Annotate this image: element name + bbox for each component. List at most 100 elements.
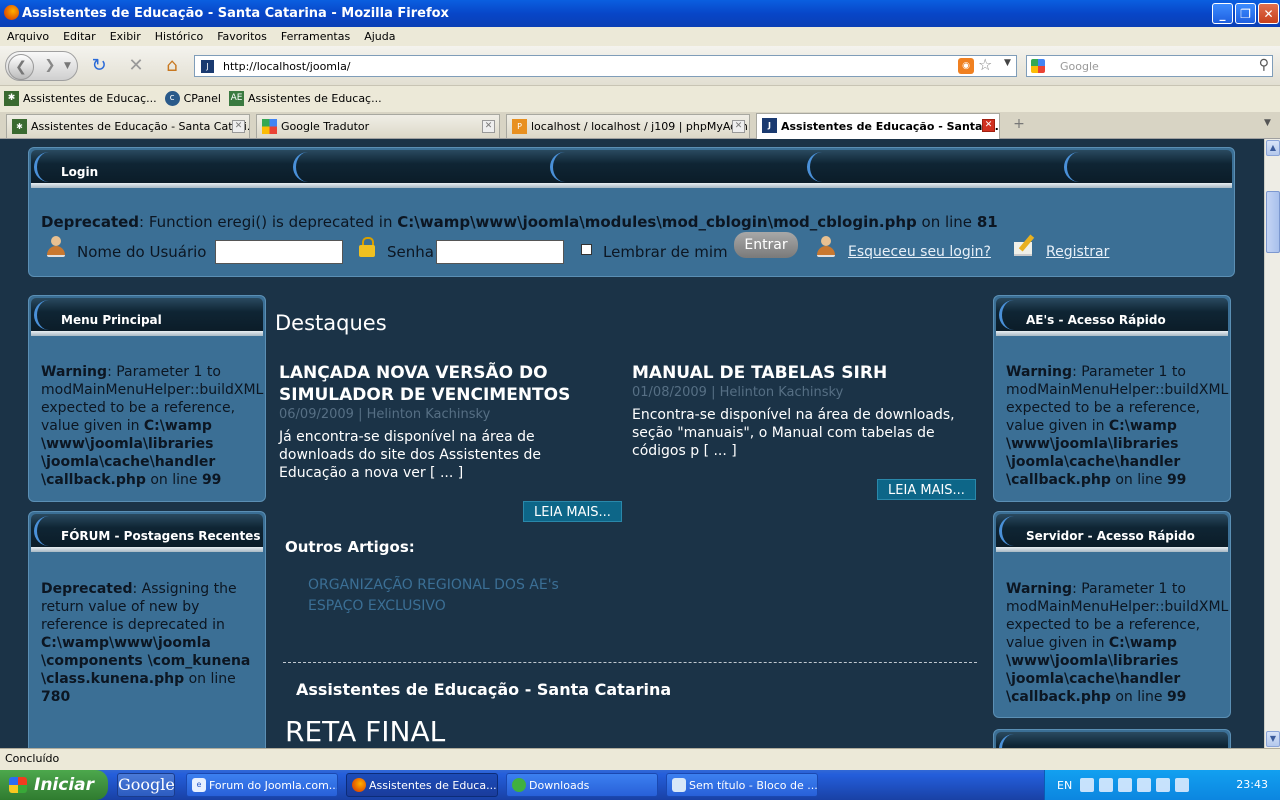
site-name-heading: Assistentes de Educação - Santa Catarina (296, 680, 672, 699)
network-icon[interactable] (1137, 778, 1152, 792)
header-ornament (34, 516, 64, 546)
maximize-button[interactable]: ❐ (1235, 3, 1256, 24)
keyboard-icon[interactable] (1080, 778, 1095, 792)
back-icon[interactable]: ❮ (8, 54, 34, 80)
history-dropdown-icon[interactable]: ▼ (64, 55, 71, 77)
forum-deprecated-notice: Deprecated: Assigning the return value o… (41, 581, 251, 705)
status-bar: Concluído (0, 748, 1280, 770)
bookmark-star-icon[interactable]: ☆ (978, 55, 992, 74)
other-article-link[interactable]: ORGANIZAÇÃO REGIONAL DOS AE's (308, 577, 559, 593)
article-title-link[interactable]: LANÇADA NOVA VERSÃO DO SIMULADOR DE VENC… (279, 362, 599, 406)
taskbar-item-downloads[interactable]: Downloads (506, 773, 658, 797)
url-bar[interactable]: J http://localhost/joomla/ (194, 55, 1017, 77)
bookmarks-toolbar: ✱ Assistentes de Educaç... c CPanel AE Assi… (0, 86, 1280, 110)
menu-bar: Arquivo Editar Exibir Histórico Favorito… (0, 27, 1280, 46)
close-tab-icon[interactable]: ✕ (232, 120, 245, 133)
google-engine-icon[interactable] (1031, 59, 1045, 73)
header-ornament (999, 300, 1029, 330)
clock[interactable]: 23:43 (1236, 778, 1268, 791)
bookmark-item[interactable]: c CPanel (164, 90, 221, 106)
close-button[interactable]: ✕ (1258, 3, 1279, 24)
other-article-link[interactable]: ESPAÇO EXCLUSIVO (308, 598, 446, 614)
volume-icon[interactable] (1156, 778, 1171, 792)
menu-favoritos[interactable]: Favoritos (210, 30, 274, 43)
google-toolbar-button[interactable]: Google (117, 773, 175, 797)
info-icon[interactable] (1118, 778, 1133, 792)
close-tab-icon[interactable]: ✕ (482, 120, 495, 133)
username-label: Nome do Usuário (77, 243, 207, 261)
menu-historico[interactable]: Histórico (148, 30, 210, 43)
menu-exibir[interactable]: Exibir (103, 30, 148, 43)
password-input[interactable] (436, 240, 564, 264)
login-title: Login (61, 165, 99, 179)
google-icon (262, 119, 277, 134)
article-title-link[interactable]: MANUAL DE TABELAS SIRH (632, 362, 952, 384)
bookmark-item[interactable]: ✱ Assistentes de Educaç... (4, 90, 157, 106)
username-input[interactable] (215, 240, 343, 264)
rss-feed-icon[interactable]: ◉ (958, 58, 974, 74)
window-titlebar[interactable]: Assistentes de Educação - Santa Catarina… (0, 0, 1280, 27)
close-tab-icon[interactable]: ✕ (982, 119, 995, 132)
login-submit-button[interactable]: Entrar (734, 232, 798, 258)
taskbar-item-notepad[interactable]: Sem título - Bloco de ... (666, 773, 818, 797)
home-icon[interactable]: ⌂ (161, 56, 183, 76)
stop-icon[interactable]: ✕ (125, 56, 147, 76)
forgot-login-link[interactable]: Esqueceu seu login? (848, 244, 991, 260)
menu-principal-warning: Warning: Parameter 1 to modMainMenuHelpe… (41, 364, 264, 488)
taskbar-item-forum[interactable]: e Forum do Joomla.com.... (186, 773, 338, 797)
firefox-icon (4, 5, 19, 20)
site-favicon-icon: J (762, 118, 777, 133)
scroll-up-icon[interactable]: ▲ (1266, 140, 1280, 156)
header-ornament (807, 152, 837, 182)
scroll-thumb[interactable] (1266, 191, 1280, 253)
cpanel-icon: c (164, 90, 180, 106)
tab-assistentes-active[interactable]: J Assistentes de Educação - Santa ... ✕ (756, 113, 1000, 139)
panel-header (996, 732, 1228, 748)
panel-header: Menu Principal (31, 298, 263, 336)
url-text: http://localhost/joomla/ (223, 59, 351, 73)
password-label: Senha (387, 243, 434, 261)
forward-icon[interactable]: ❯ (39, 55, 61, 77)
new-tab-button[interactable]: + (1006, 116, 1032, 138)
close-tab-icon[interactable]: ✕ (732, 120, 745, 133)
section-divider (283, 662, 977, 663)
tab-phpmyadmin[interactable]: P localhost / localhost / j109 | phpMyAd… (506, 114, 750, 138)
reload-icon[interactable]: ↻ (88, 56, 110, 76)
search-input[interactable]: Google ⚲ (1026, 55, 1273, 77)
menu-editar[interactable]: Editar (56, 30, 103, 43)
safely-remove-icon[interactable] (1175, 778, 1190, 792)
minimize-button[interactable]: _ (1212, 3, 1233, 24)
menu-arquivo[interactable]: Arquivo (0, 30, 56, 43)
downloads-icon (512, 778, 526, 792)
url-dropdown-icon[interactable]: ▼ (1004, 58, 1011, 68)
remember-checkbox[interactable] (581, 244, 592, 255)
panel-title: FÓRUM - Postagens Recentes (61, 529, 261, 543)
notepad-icon (672, 778, 686, 792)
banner-heading: RETA FINAL (285, 715, 446, 748)
language-indicator[interactable]: EN (1057, 779, 1072, 792)
taskbar-item-firefox[interactable]: Assistentes de Educa... (346, 773, 498, 797)
help-icon[interactable] (1099, 778, 1114, 792)
search-icon[interactable]: ⚲ (1259, 57, 1269, 73)
windows-logo-icon (9, 777, 27, 793)
start-button[interactable]: Iniciar (0, 770, 108, 800)
panel-title: Menu Principal (61, 313, 162, 327)
panel-header: Servidor - Acesso Rápido (996, 514, 1228, 552)
tab-assistentes-1[interactable]: ✱ Assistentes de Educação - Santa Catari… (6, 114, 250, 138)
register-link[interactable]: Registrar (1046, 244, 1109, 260)
lock-icon (359, 236, 375, 258)
read-more-button[interactable]: LEIA MAIS... (523, 501, 622, 522)
joomla-icon: ✱ (12, 119, 27, 134)
ae-acesso-warning: Warning: Parameter 1 to modMainMenuHelpe… (1006, 364, 1229, 488)
tab-list-dropdown-icon[interactable]: ▼ (1264, 118, 1271, 128)
read-more-button[interactable]: LEIA MAIS... (877, 479, 976, 500)
header-ornament (1064, 152, 1094, 182)
menu-ajuda[interactable]: Ajuda (357, 30, 402, 43)
bookmark-item[interactable]: AE Assistentes de Educaç... (228, 90, 382, 106)
tab-google-tradutor[interactable]: Google Tradutor ✕ (256, 114, 500, 138)
site-favicon-icon: J (200, 59, 215, 74)
scroll-down-icon[interactable]: ▼ (1266, 731, 1280, 747)
menu-ferramentas[interactable]: Ferramentas (274, 30, 357, 43)
register-icon (1012, 234, 1040, 256)
page-scrollbar[interactable]: ▲ ▼ (1264, 139, 1280, 748)
